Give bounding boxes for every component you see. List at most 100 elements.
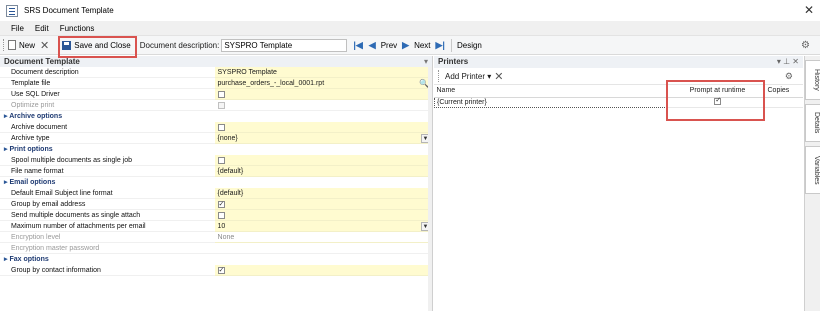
prop-row: Encryption master password [0, 243, 432, 254]
spool-multiple-checkbox[interactable] [217, 156, 225, 164]
prop-row: Archive type {none} ▼ [0, 133, 432, 144]
archive-document-field [214, 122, 432, 133]
panel-menu-icon[interactable]: ▾ [424, 56, 432, 67]
send-single-attach-checkbox[interactable] [217, 211, 225, 219]
group-by-email-checkbox[interactable] [217, 199, 225, 210]
printers-header: Printers ▾ ⊥ ✕ [434, 56, 803, 68]
max-attachments-select[interactable]: 10 ▼ [214, 221, 432, 232]
max-attachments-value: 10 [217, 222, 226, 230]
section-fax-options[interactable]: Fax options [0, 254, 432, 265]
prop-label: Use SQL Driver [0, 89, 215, 100]
prop-label: Template file [0, 78, 215, 89]
prop-row: File name format {default} [0, 166, 432, 177]
delete-icon[interactable]: ✕ [40, 39, 49, 52]
tab-history[interactable]: History [805, 60, 820, 100]
copies-cell[interactable] [765, 97, 803, 108]
last-record-icon[interactable]: ▶| [436, 40, 445, 51]
encryption-password-value [214, 243, 432, 254]
new-button-label: New [19, 40, 36, 50]
column-name[interactable]: Name [434, 85, 668, 98]
printers-title: Printers [438, 57, 469, 66]
prop-label: Spool multiple documents as single job [0, 155, 215, 166]
archive-type-select[interactable]: {none} ▼ [214, 133, 432, 144]
prop-label: Archive document [0, 122, 215, 133]
optimize-print-checkbox [217, 101, 225, 109]
document-description-label: Document description: [139, 40, 220, 50]
new-document-icon [8, 40, 16, 50]
prop-label: Archive type [0, 133, 215, 144]
use-sql-driver-checkbox[interactable] [217, 90, 225, 98]
prop-label: Group by email address [0, 199, 215, 210]
next-button[interactable]: Next [412, 37, 432, 53]
menu-file[interactable]: File [11, 24, 24, 33]
prop-row: Template file purchase_orders_-_local_00… [0, 78, 432, 89]
prop-row: Encryption level None [0, 232, 432, 243]
toolbar-separator [450, 38, 452, 52]
close-icon[interactable]: ✕ [804, 3, 814, 17]
use-sql-driver-field [214, 89, 432, 100]
archive-document-checkbox[interactable] [217, 123, 225, 131]
add-printer-label: Add Printer [445, 71, 486, 81]
prop-row: Group by email address [0, 199, 432, 210]
prop-label: Group by contact information [0, 265, 215, 276]
group-by-contact-field [214, 265, 432, 276]
new-button[interactable]: New [6, 37, 37, 53]
add-printer-button[interactable]: Add Printer ▾ [445, 72, 491, 81]
left-scrollbar[interactable] [428, 67, 432, 311]
column-copies[interactable]: Copies [765, 85, 803, 98]
first-record-icon[interactable]: |◀ [353, 40, 362, 51]
menu-functions[interactable]: Functions [60, 24, 95, 33]
section-print-options[interactable]: Print options [0, 144, 432, 155]
prop-row: Archive document [0, 122, 432, 133]
email-subject-format-value[interactable]: {default} [214, 188, 432, 199]
prop-label: Optimize print [0, 100, 215, 111]
window-title: SRS Document Template [24, 6, 114, 15]
remove-printer-icon[interactable]: ✕ [494, 70, 503, 83]
prop-row: Send multiple documents as single attach [0, 210, 432, 221]
toolbar-grip[interactable] [438, 70, 441, 82]
prop-row: Spool multiple documents as single job [0, 155, 432, 166]
prop-row: Optimize print [0, 100, 432, 111]
prop-row: Default Email Subject line format {defau… [0, 188, 432, 199]
spool-multiple-field [214, 155, 432, 166]
prop-label: Send multiple documents as single attach [0, 210, 215, 221]
app-icon [6, 4, 18, 17]
group-by-contact-checkbox[interactable] [217, 265, 225, 276]
prop-label: Encryption master password [0, 243, 215, 254]
prev-button[interactable]: Prev [379, 37, 399, 53]
prop-label: Maximum number of attachments per email [0, 221, 215, 232]
prop-label: File name format [0, 166, 215, 177]
prop-row: Maximum number of attachments per email … [0, 221, 432, 232]
printers-settings-icon[interactable]: ⚙ [785, 71, 793, 82]
property-grid: Document description SYSPRO Template Tem… [0, 67, 432, 276]
printer-name-cell[interactable]: {Current printer} [434, 96, 668, 108]
highlight-box [666, 80, 765, 121]
section-email-options[interactable]: Email options [0, 177, 432, 188]
pin-icon[interactable]: ▾ ⊥ ✕ [777, 56, 803, 68]
side-tab-strip: History Details Variables [804, 56, 820, 311]
window-titlebar: SRS Document Template ✕ [0, 0, 820, 21]
archive-type-value: {none} [217, 134, 238, 142]
document-description-value[interactable]: SYSPRO Template [214, 67, 432, 78]
prop-row: Use SQL Driver [0, 89, 432, 100]
template-file-value: purchase_orders_-_local_0001.rpt [217, 79, 325, 87]
highlight-box [58, 36, 137, 58]
send-single-attach-field [214, 210, 432, 221]
design-button[interactable]: Design [455, 37, 484, 53]
file-name-format-value[interactable]: {default} [214, 166, 432, 177]
menu-edit[interactable]: Edit [35, 24, 49, 33]
prop-label: Encryption level [0, 232, 215, 243]
template-file-field[interactable]: purchase_orders_-_local_0001.rpt 🔍 [214, 78, 432, 89]
prop-row: Group by contact information [0, 265, 432, 276]
section-archive-options[interactable]: Archive options [0, 111, 432, 122]
prop-row: Document description SYSPRO Template [0, 67, 432, 78]
menu-bar: File Edit Functions [0, 21, 820, 36]
prev-icon[interactable]: ◀ [369, 40, 376, 51]
next-icon[interactable]: ▶ [402, 40, 409, 51]
toolbar-settings-icon[interactable]: ⚙ [801, 40, 810, 51]
prop-label: Default Email Subject line format [0, 188, 215, 199]
tab-variables[interactable]: Variables [805, 146, 820, 194]
document-template-panel: Document Template ▾ Document description… [0, 56, 433, 311]
tab-details[interactable]: Details [805, 104, 820, 142]
document-description-input[interactable] [221, 38, 348, 52]
